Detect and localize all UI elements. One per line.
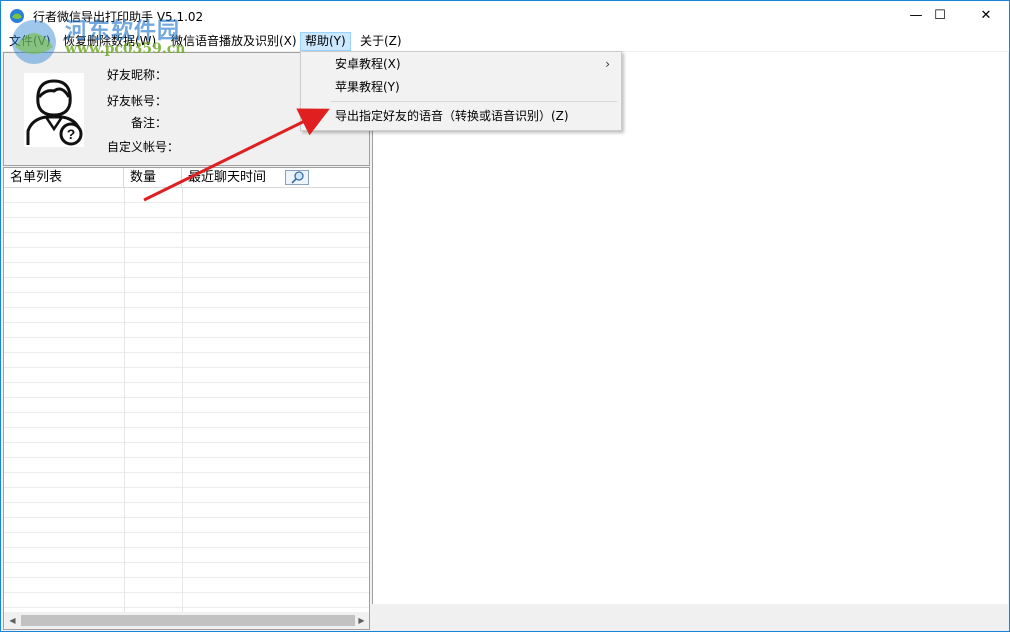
menu-item-label: 苹果教程(Y) — [335, 80, 400, 94]
menu-item-export-voice[interactable]: 导出指定好友的语音（转换或语音识别）(Z) — [302, 105, 620, 127]
column-header-name-list[interactable]: 名单列表 — [4, 168, 124, 187]
list-rows[interactable] — [4, 188, 369, 612]
menu-about[interactable]: 关于(Z) — [356, 33, 406, 50]
nickname-label: 好友昵称： — [107, 68, 168, 82]
menu-item-android-tutorial[interactable]: 安卓教程(X) › — [302, 53, 620, 75]
account-label: 好友帐号： — [107, 94, 168, 108]
menu-recover-deleted[interactable]: 恢复删除数据(W) — [59, 33, 160, 50]
help-menu-dropdown: 安卓教程(X) › 苹果教程(Y) 导出指定好友的语音（转换或语音识别）(Z) — [300, 51, 622, 131]
menu-help[interactable]: 帮助(Y) — [300, 32, 351, 51]
scrollbar-thumb[interactable] — [21, 615, 355, 626]
search-icon[interactable] — [285, 170, 309, 185]
friend-list[interactable]: 名单列表 数量 最近聊天时间 ◀ ▶ — [3, 167, 370, 630]
svg-text:?: ? — [67, 126, 76, 142]
scroll-right-icon[interactable]: ▶ — [354, 613, 369, 628]
maximize-button[interactable]: ☐ — [917, 1, 963, 31]
window-title: 行者微信导出打印助手 V5.1.02 — [33, 10, 204, 24]
content-panel[interactable] — [372, 52, 1008, 604]
user-avatar-icon: ? — [24, 73, 84, 147]
column-header-last-chat-time[interactable]: 最近聊天时间 — [182, 168, 369, 187]
app-icon — [10, 9, 24, 23]
title-bar[interactable]: 行者微信导出打印助手 V5.1.02 — ☐ ✕ — [1, 1, 1009, 31]
app-window: 行者微信导出打印助手 V5.1.02 — ☐ ✕ 文件(V) 恢复删除数据(W)… — [0, 0, 1010, 632]
left-panel: ? 好友昵称： 好友帐号： 备注： 自定义帐号： 名单列表 数量 最近聊天时间 — [3, 52, 370, 630]
menu-bar: 文件(V) 恢复删除数据(W) 微信语音播放及识别(X) 帮助(Y) 关于(Z) — [1, 31, 1009, 51]
list-header: 名单列表 数量 最近聊天时间 — [4, 168, 369, 188]
close-button[interactable]: ✕ — [963, 1, 1009, 31]
menu-item-apple-tutorial[interactable]: 苹果教程(Y) — [302, 76, 620, 98]
menu-item-label: 安卓教程(X) — [335, 57, 401, 71]
menu-file[interactable]: 文件(V) — [5, 33, 55, 50]
horizontal-scrollbar[interactable]: ◀ ▶ — [4, 612, 369, 629]
column-header-count[interactable]: 数量 — [124, 168, 182, 187]
menu-voice-playback[interactable]: 微信语音播放及识别(X) — [167, 33, 301, 50]
submenu-arrow-icon: › — [605, 57, 610, 71]
remark-label: 备注： — [131, 116, 168, 130]
column-divider — [124, 188, 125, 612]
column-divider — [182, 188, 183, 612]
custom-account-label: 自定义帐号： — [107, 140, 180, 154]
menu-separator — [331, 101, 617, 102]
maximize-icon: ☐ — [934, 8, 946, 23]
scroll-left-icon[interactable]: ◀ — [5, 613, 20, 628]
menu-item-label: 导出指定好友的语音（转换或语音识别）(Z) — [335, 109, 569, 123]
close-icon: ✕ — [980, 8, 992, 23]
